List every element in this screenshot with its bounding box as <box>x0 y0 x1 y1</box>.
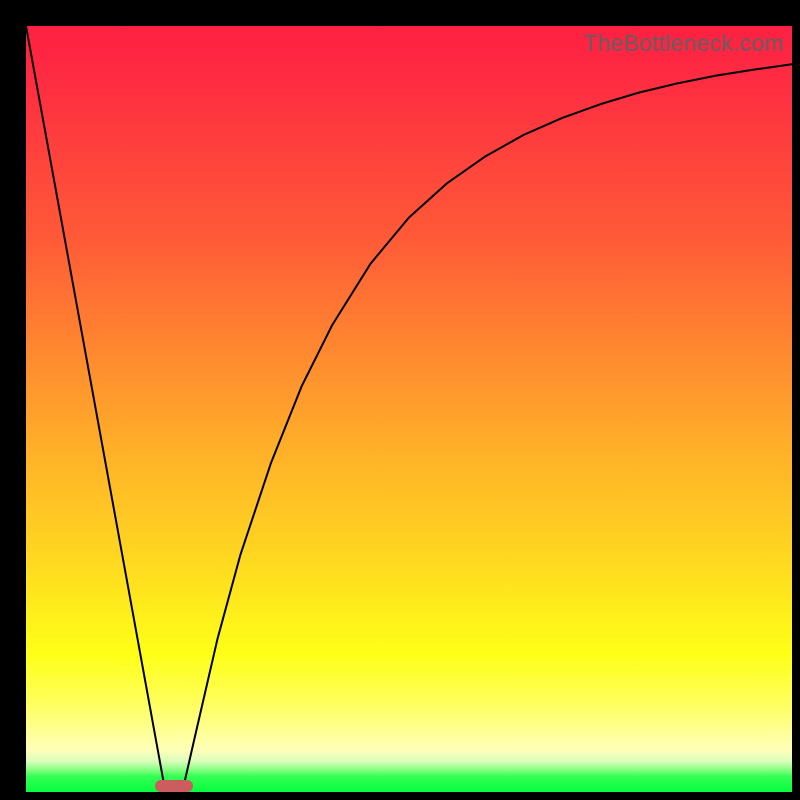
chart-frame: TheBottleneck.com <box>0 0 800 800</box>
left-descent-line <box>26 26 165 792</box>
optimal-range-marker <box>155 780 193 792</box>
plot-area: TheBottleneck.com <box>26 26 792 792</box>
right-curve-line <box>182 64 792 792</box>
curve-overlay <box>26 26 792 792</box>
